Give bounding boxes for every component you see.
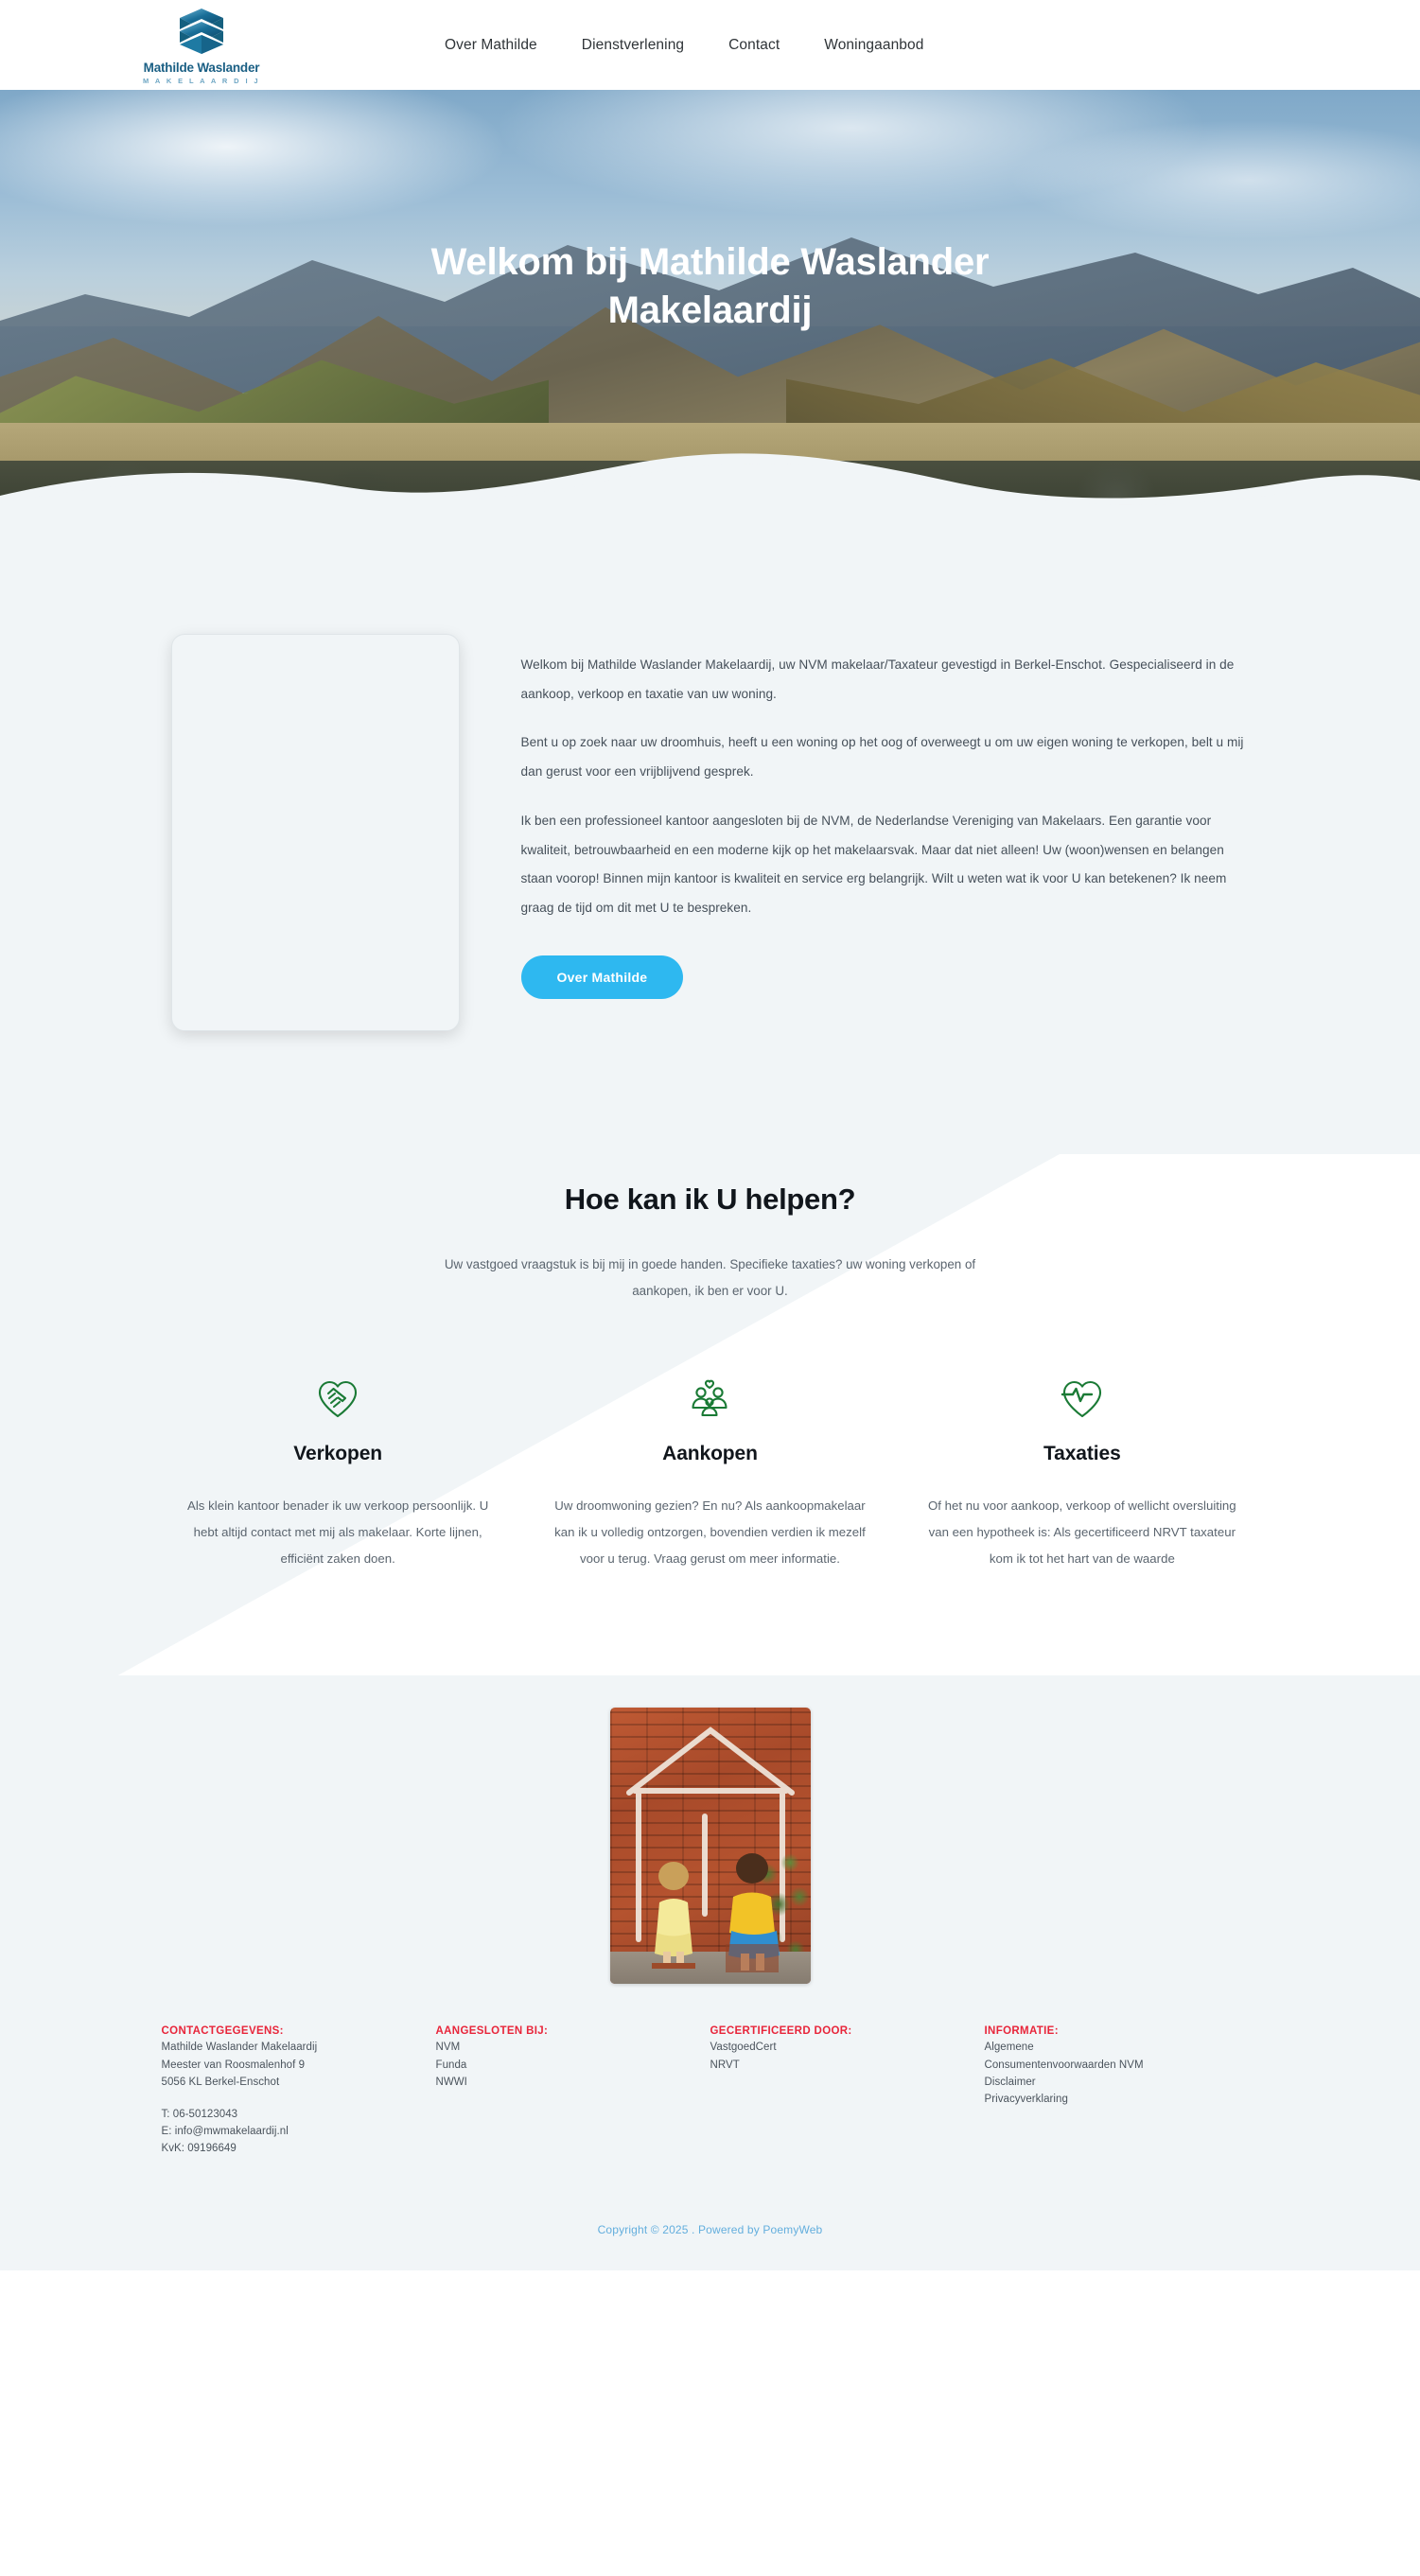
footer-column-gecertificeerd-door: GECERTIFICEERD DOOR: VastgoedCert NRVT (710, 2025, 985, 2157)
service-card-aankopen: Aankopen Uw droomwoning gezien? En nu? A… (524, 1378, 896, 1571)
intro-text-block: Welkom bij Mathilde Waslander Makelaardi… (520, 634, 1250, 999)
logo-tagline: M A K E L A A R D I J (142, 77, 260, 85)
footer-line: Meester van Roosmalenhof 9 (161, 2059, 306, 2071)
services-subtitle: Uw vastgoed vraagstuk is bij mij in goed… (444, 1257, 976, 1299)
children-chalk-house-image (609, 1708, 811, 1985)
footer-column-contactgegevens: CONTACTGEGEVENS: Mathilde Waslander Make… (162, 2025, 436, 2157)
footer-link-privacyverklaring[interactable]: Privacyverklaring (985, 2091, 1236, 2108)
handshake-heart-icon (179, 1378, 498, 1422)
footer-columns: CONTACTGEGEVENS: Mathilde Waslander Make… (162, 2025, 1259, 2195)
nav-item-dienstverlening[interactable]: Dienstverlening (582, 37, 684, 54)
intro-section: Welkom bij Mathilde Waslander Makelaardi… (0, 520, 1420, 1154)
footer-link-nwwi[interactable]: NWWI (436, 2074, 688, 2091)
services-title: Hoe kan ik U helpen? (564, 1183, 856, 1216)
copyright-text: Copyright © 2025 . Powered by PoemyWeb (597, 2223, 823, 2237)
copyright-bar: Copyright © 2025 . Powered by PoemyWeb (0, 2195, 1420, 2271)
over-mathilde-button[interactable]: Over Mathilde (520, 955, 684, 999)
hero-title: Welkom bij Mathilde Waslander Makelaardi… (430, 241, 990, 331)
hero-wave-divider (0, 453, 1420, 520)
family-heart-icon (551, 1378, 869, 1422)
footer-kvk: KvK: 09196649 (161, 2143, 237, 2155)
intro-photo-placeholder (170, 634, 460, 1031)
footer-link-funda[interactable]: Funda (436, 2057, 688, 2074)
footer-line: Mathilde Waslander Makelaardij (161, 2042, 318, 2054)
site-header: Mathilde Waslander M A K E L A A R D I J… (0, 0, 1420, 90)
footer-column-aangesloten-bij: AANGESLOTEN BIJ: NVM Funda NWWI (436, 2025, 710, 2157)
service-text-aankopen: Uw droomwoning gezien? En nu? Als aankoo… (554, 1498, 866, 1566)
nav-item-woningaanbod[interactable]: Woningaanbod (824, 37, 923, 54)
service-text-verkopen: Als klein kantoor benader ik uw verkoop … (187, 1498, 489, 1566)
girl-figure (651, 1862, 695, 1970)
service-text-taxaties: Of het nu voor aankoop, verkoop of welli… (927, 1498, 1236, 1566)
logo-name: Mathilde Waslander (143, 61, 260, 75)
footer-link-nvm[interactable]: NVM (436, 2039, 688, 2056)
footer-line: 5056 KL Berkel-Enschot (161, 2076, 280, 2088)
hero-banner: Welkom bij Mathilde Waslander Makelaardi… (0, 90, 1420, 520)
logo-diamond-icon (180, 9, 223, 54)
service-card-verkopen: Verkopen Als klein kantoor benader ik uw… (152, 1378, 524, 1571)
intro-paragraph-3: Ik ben een professioneel kantoor aangesl… (520, 813, 1227, 916)
footer-email: E: info@mwmakelaardij.nl (161, 2126, 289, 2138)
services-section: Hoe kan ik U helpen? Uw vastgoed vraagst… (0, 1154, 1420, 1676)
footer-column-informatie: INFORMATIE: Algemene Consumentenvoorwaar… (985, 2025, 1259, 2157)
heartbeat-icon (922, 1378, 1241, 1422)
footer-link-vastgoedcert[interactable]: VastgoedCert (710, 2039, 962, 2056)
footer-link-consumentenvoorwaarden[interactable]: Consumentenvoorwaarden NVM (985, 2057, 1236, 2074)
services-columns: Verkopen Als klein kantoor benader ik uw… (152, 1378, 1269, 1571)
footer-link-disclaimer[interactable]: Disclaimer (985, 2074, 1236, 2091)
footer-link-nrvt[interactable]: NRVT (710, 2057, 962, 2074)
footer-heading-gecertificeerd-door: GECERTIFICEERD DOOR: (710, 2025, 852, 2038)
footer-heading-contactgegevens: CONTACTGEGEVENS: (161, 2025, 284, 2038)
site-logo[interactable]: Mathilde Waslander M A K E L A A R D I J (140, 8, 263, 85)
nav-item-over-mathilde[interactable]: Over Mathilde (445, 37, 537, 54)
footer-heading-aangesloten-bij: AANGESLOTEN BIJ: (435, 2025, 549, 2038)
service-title-taxaties: Taxaties (1043, 1443, 1121, 1465)
nav-item-contact[interactable]: Contact (728, 37, 780, 54)
footer-link-algemene[interactable]: Algemene (985, 2039, 1236, 2056)
page-root: Mathilde Waslander M A K E L A A R D I J… (0, 0, 1420, 2271)
service-title-verkopen: Verkopen (293, 1443, 383, 1465)
footer-heading-informatie: INFORMATIE: (984, 2025, 1059, 2038)
service-card-taxaties: Taxaties Of het nu voor aankoop, verkoop… (896, 1378, 1268, 1571)
boy-figure (725, 1853, 780, 1973)
intro-paragraph-1: Welkom bij Mathilde Waslander Makelaardi… (520, 657, 1235, 701)
intro-paragraph-2: Bent u op zoek naar uw droomhuis, heeft … (520, 735, 1244, 780)
main-navigation: Over Mathilde Dienstverlening Contact Wo… (445, 37, 923, 54)
footer-phone: T: 06-50123043 (161, 2108, 238, 2120)
service-title-aankopen: Aankopen (662, 1443, 758, 1465)
site-footer: CONTACTGEGEVENS: Mathilde Waslander Make… (0, 1675, 1420, 2196)
